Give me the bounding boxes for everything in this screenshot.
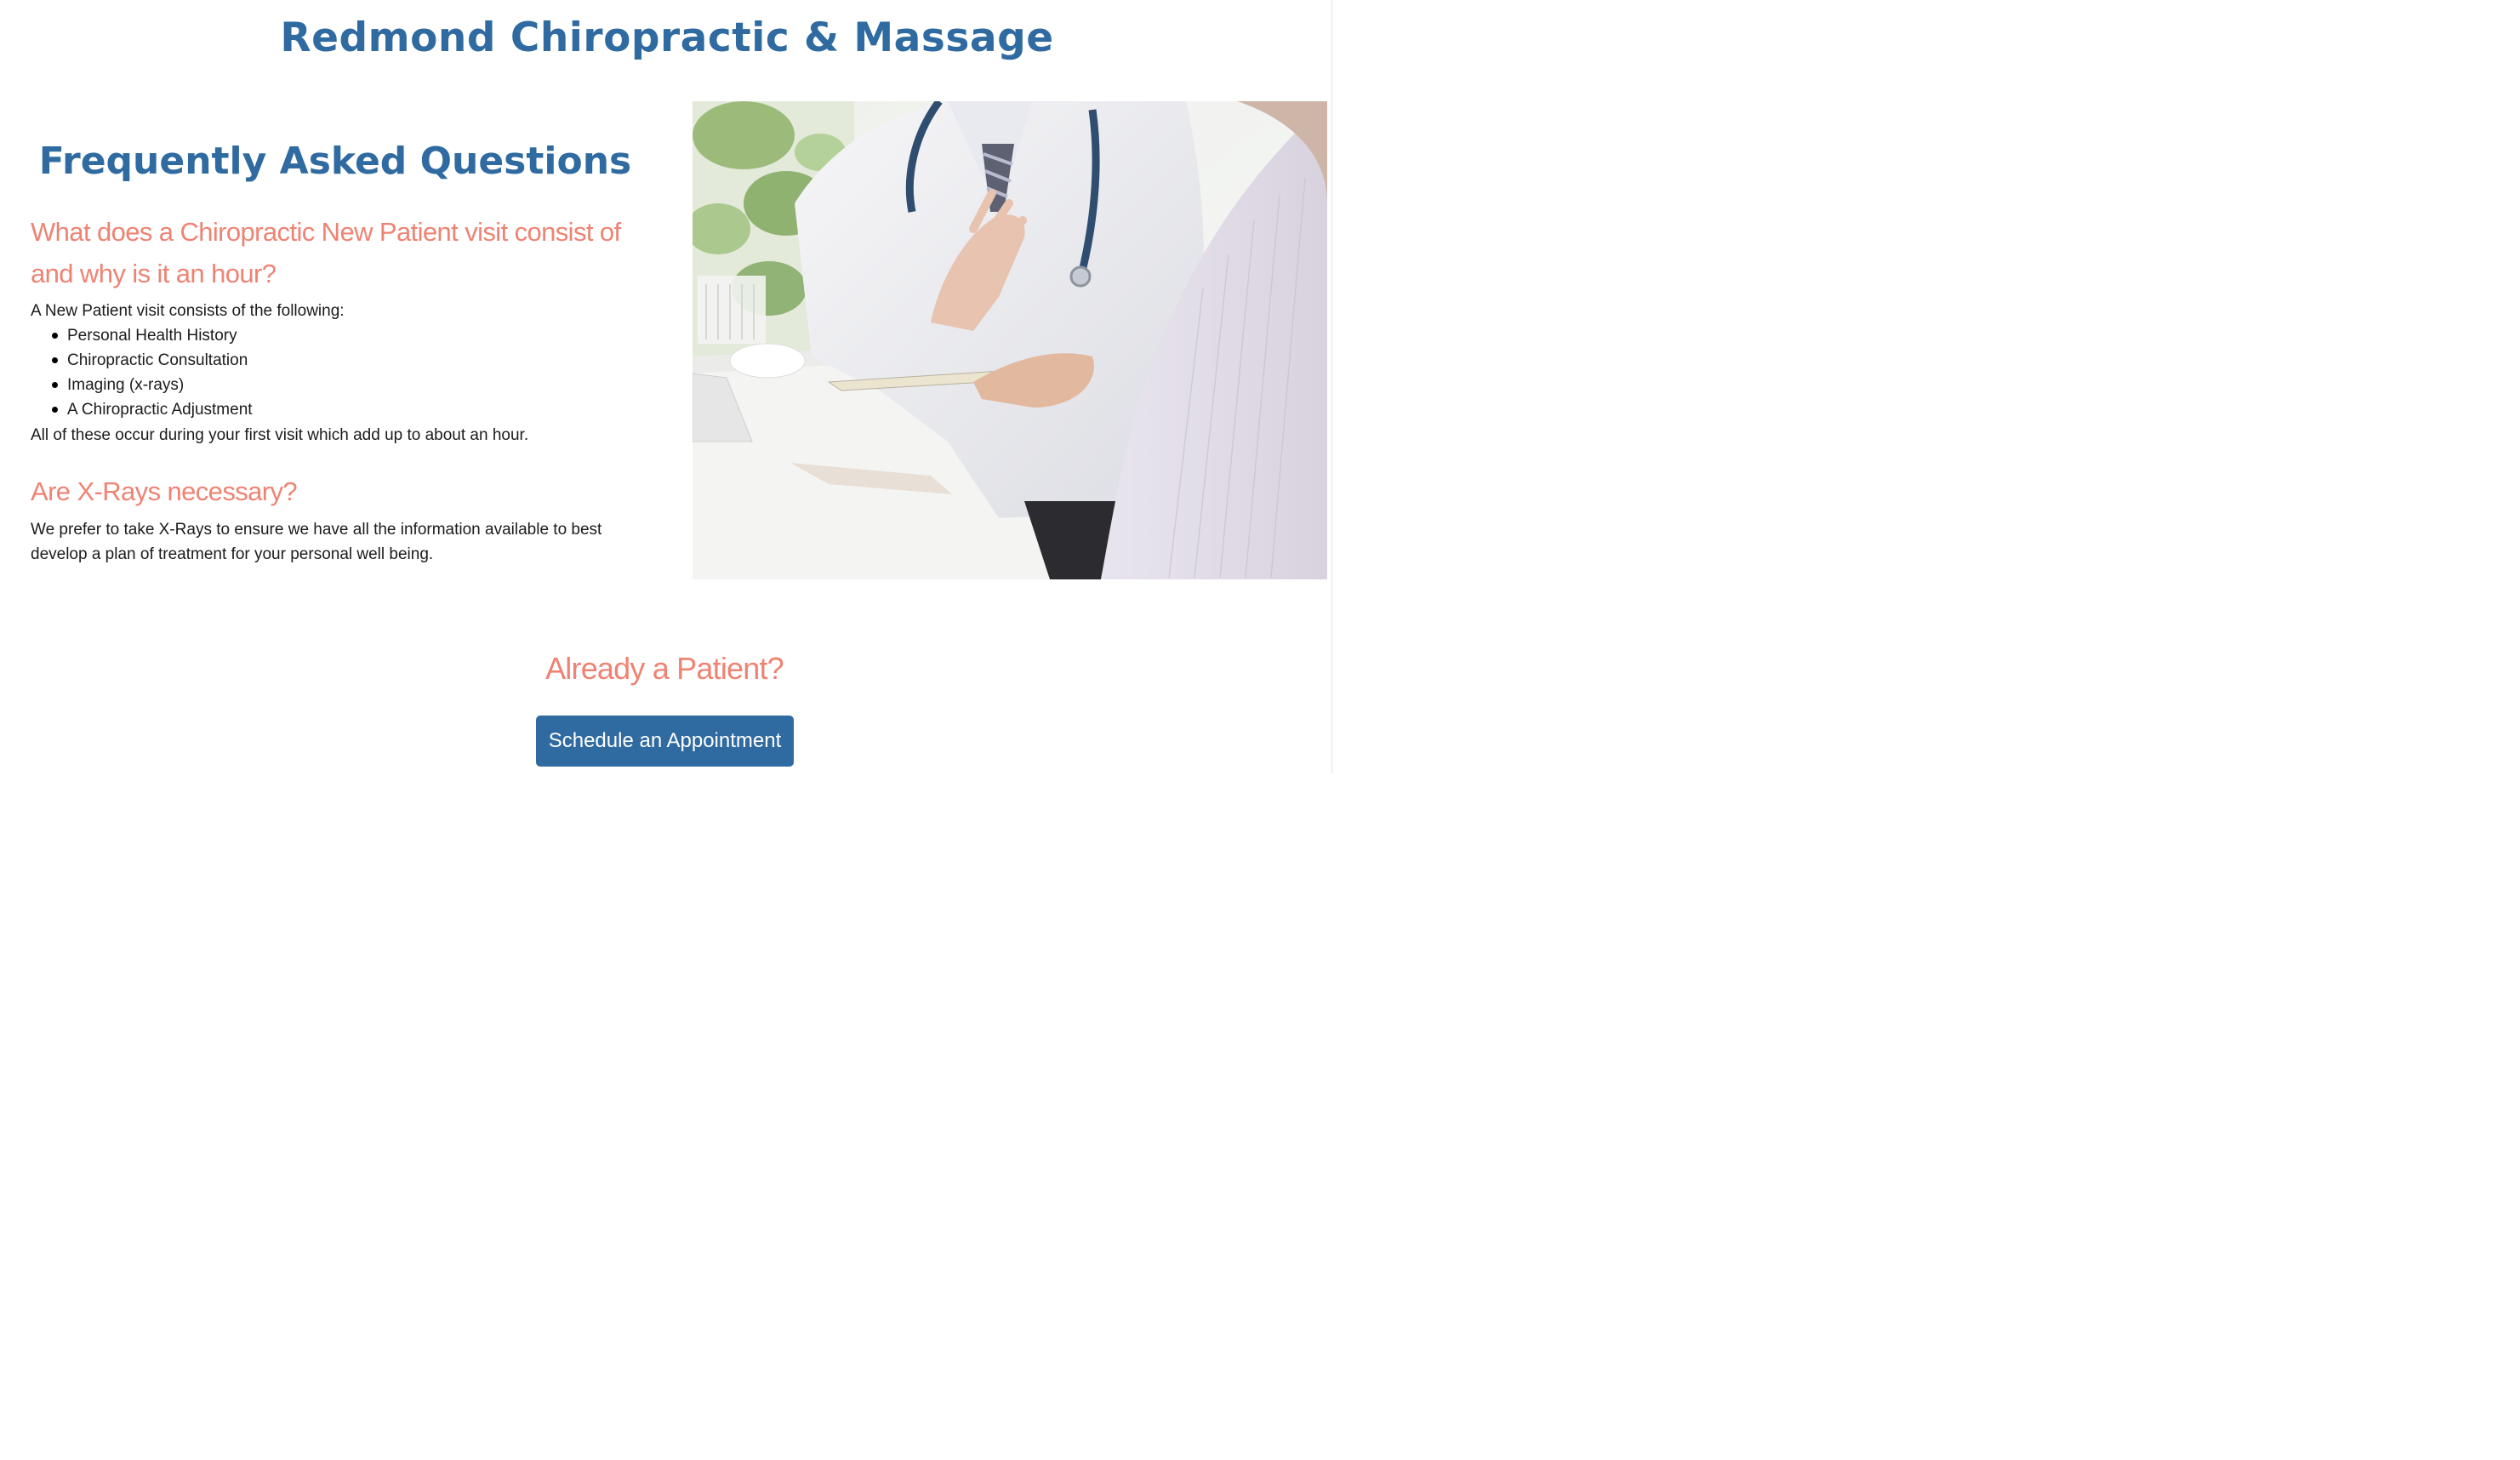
list-item: A Chiropractic Adjustment [52,397,253,422]
page-edge-divider [1331,0,1332,773]
list-item: Imaging (x-rays) [52,373,253,397]
faq-question-new-patient: What does a Chiropractic New Patient vis… [31,217,621,288]
site-title[interactable]: Redmond Chiropractic & Massage [0,12,1334,65]
schedule-appointment-button[interactable]: Schedule an Appointment [536,716,794,767]
faq-answer-xrays: We prefer to take X-Rays to ensure we ha… [31,521,602,563]
faq-heading: Frequently Asked Questions [38,140,632,183]
doctor-consultation-photo [693,101,1327,579]
faq-question-xrays: Are X-Rays necessary? [31,476,298,506]
cta-heading: Already a Patient? [545,651,784,686]
faq-answer-outro: All of these occur during your first vis… [31,426,529,444]
list-item: Chiropractic Consultation [52,348,253,373]
list-item: Personal Health History [52,323,253,348]
new-patient-visit-list: Personal Health History Chiropractic Con… [52,323,253,422]
faq-answer-intro: A New Patient visit consists of the foll… [31,302,345,320]
